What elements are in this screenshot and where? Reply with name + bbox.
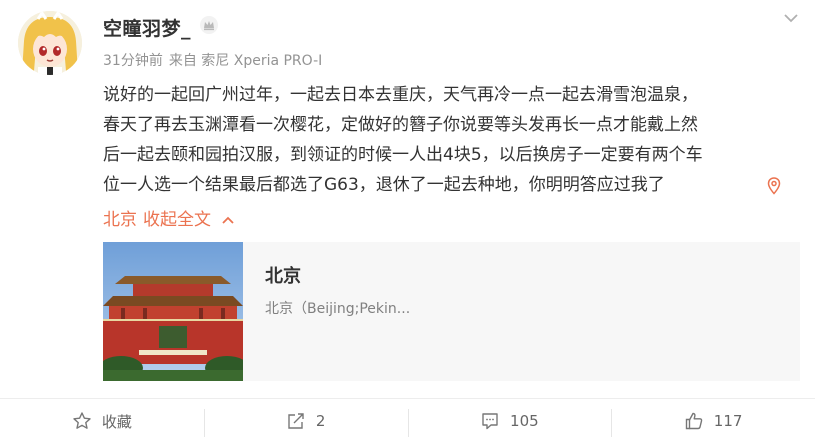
repost-count: 2 <box>315 412 326 430</box>
collapse-text-link[interactable]: 收起全文 <box>143 210 211 230</box>
post-actions-row: 北京 收起全文 <box>103 205 235 230</box>
tiananmen-image <box>103 242 243 381</box>
crown-badge-icon[interactable] <box>199 15 219 35</box>
comment-button[interactable]: 105 <box>407 399 612 443</box>
card-title: 北京 <box>265 266 301 287</box>
star-icon <box>73 412 91 429</box>
post-text: 说好的一起回广州过年，一起去日本去重庆，天气再冷一点一起去滑雪泡温泉， 春天了再… <box>103 80 783 200</box>
comment-count: 105 <box>510 412 539 430</box>
location-link[interactable]: 北京 <box>103 210 137 230</box>
location-pin-icon[interactable] <box>767 177 781 195</box>
anime-girl-avatar-icon <box>18 11 82 75</box>
like-button[interactable]: 117 <box>611 399 815 443</box>
post-text-line: 位一人选一个结果最后都选了G63，退休了一起去种地，你明明答应过我了 <box>103 175 665 195</box>
location-card[interactable]: 北京 北京（Beijing;Pekin... <box>103 242 800 381</box>
post-text-line: 春天了再去玉渊潭看一次樱花，定做好的簪子你说要等头发再长一点才能戴上然 <box>103 115 698 135</box>
avatar[interactable] <box>18 11 82 75</box>
share-icon <box>288 413 304 429</box>
post-text-line: 说好的一起回广州过年，一起去日本去重庆，天气再冷一点一起去滑雪泡温泉， <box>103 85 698 105</box>
chevron-up-icon[interactable] <box>221 215 235 225</box>
repost-button[interactable]: 2 <box>203 399 408 443</box>
card-subtitle: 北京（Beijing;Pekin... <box>265 301 411 317</box>
comment-icon <box>482 413 498 430</box>
like-count: 117 <box>713 412 743 430</box>
post-meta: 31分钟前 来自 索尼 Xperia PRO-I <box>103 50 322 70</box>
post-time[interactable]: 31分钟前 <box>103 53 163 69</box>
post-footer: 收藏 2 105 117 <box>0 399 815 443</box>
thumbs-up-icon <box>685 412 703 430</box>
username[interactable]: 空瞳羽梦_ <box>103 14 191 41</box>
favorite-label: 收藏 <box>101 412 132 431</box>
favorite-button[interactable]: 收藏 <box>0 399 204 443</box>
chevron-down-icon[interactable] <box>781 8 801 28</box>
post-text-line: 后一起去颐和园拍汉服，到领证的时候一人出4块5，以后换房子一定要有两个车 <box>103 145 703 165</box>
post-source: 来自 索尼 Xperia PRO-I <box>168 53 323 69</box>
